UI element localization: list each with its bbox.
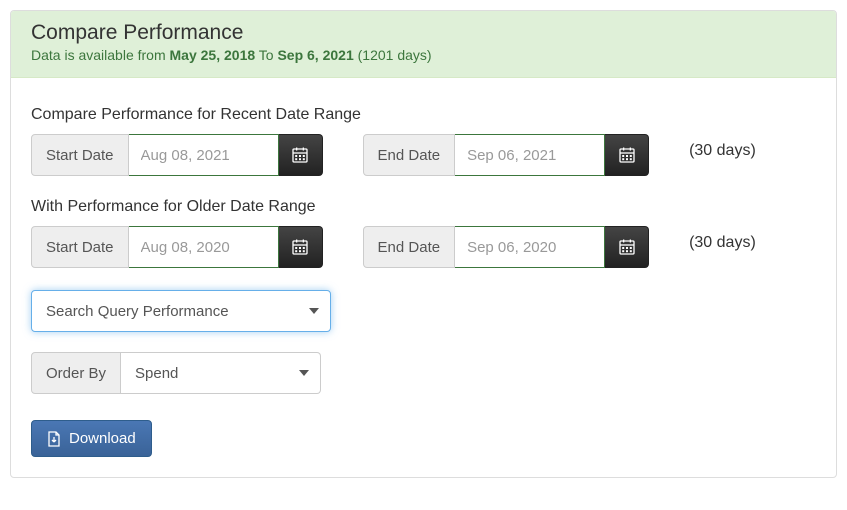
calendar-icon	[292, 239, 308, 255]
data-availability-text: Data is available from May 25, 2018 To S…	[31, 47, 816, 63]
older-range-label: With Performance for Older Date Range	[31, 198, 816, 216]
panel-title: Compare Performance	[31, 21, 816, 45]
older-end-input[interactable]	[455, 226, 605, 268]
recent-start-input[interactable]	[129, 134, 279, 176]
data-to-word: To	[255, 47, 277, 63]
recent-range-row: Start Date End Date (30 days)	[31, 134, 816, 176]
order-by-select-wrap: Spend	[121, 352, 321, 394]
recent-end-input[interactable]	[455, 134, 605, 176]
query-performance-select[interactable]: Search Query Performance	[31, 290, 331, 332]
data-prefix: Data is available from	[31, 47, 170, 63]
older-start-calendar-button[interactable]	[279, 226, 323, 268]
data-to-date: Sep 6, 2021	[277, 47, 353, 63]
older-start-group: Start Date	[31, 226, 323, 268]
download-button-label: Download	[69, 430, 136, 447]
panel-body: Compare Performance for Recent Date Rang…	[11, 78, 836, 477]
data-from-date: May 25, 2018	[170, 47, 256, 63]
recent-start-addon: Start Date	[31, 134, 129, 176]
recent-end-calendar-button[interactable]	[605, 134, 649, 176]
recent-start-group: Start Date	[31, 134, 323, 176]
older-start-addon: Start Date	[31, 226, 129, 268]
older-days-label: (30 days)	[689, 226, 756, 252]
older-range-row: Start Date End Date (30 days)	[31, 226, 816, 268]
order-by-group: Order By Spend	[31, 352, 816, 394]
order-by-select[interactable]: Spend	[121, 352, 321, 394]
older-end-group: End Date	[363, 226, 650, 268]
recent-end-group: End Date	[363, 134, 650, 176]
download-button[interactable]: Download	[31, 420, 152, 457]
recent-days-label: (30 days)	[689, 134, 756, 160]
download-file-icon	[47, 431, 61, 447]
calendar-icon	[292, 147, 308, 163]
compare-performance-panel: Compare Performance Data is available fr…	[10, 10, 837, 478]
calendar-icon	[619, 147, 635, 163]
panel-header: Compare Performance Data is available fr…	[11, 11, 836, 78]
query-performance-select-wrap: Search Query Performance	[31, 290, 331, 332]
order-by-addon: Order By	[31, 352, 121, 394]
older-start-input[interactable]	[129, 226, 279, 268]
recent-range-label: Compare Performance for Recent Date Rang…	[31, 106, 816, 124]
older-end-calendar-button[interactable]	[605, 226, 649, 268]
recent-start-calendar-button[interactable]	[279, 134, 323, 176]
calendar-icon	[619, 239, 635, 255]
data-days-suffix: (1201 days)	[354, 47, 432, 63]
older-end-addon: End Date	[363, 226, 456, 268]
recent-end-addon: End Date	[363, 134, 456, 176]
